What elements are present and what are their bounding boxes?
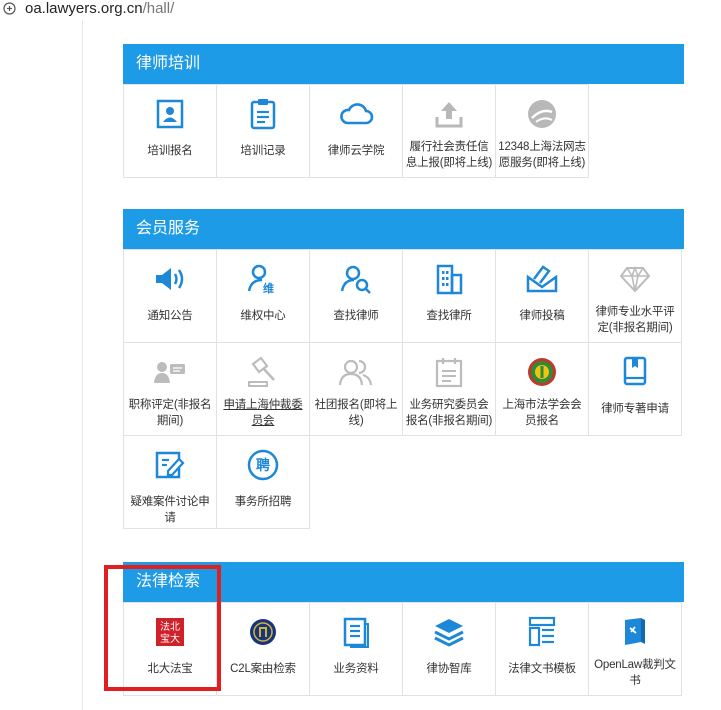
layers-icon <box>434 619 464 647</box>
tile-monograph-apply[interactable]: 律师专著申请 <box>588 342 682 436</box>
tile-label: 业务资料 <box>333 663 379 675</box>
tile-label: 律师云学院 <box>327 145 385 157</box>
tile-arbitration-apply[interactable]: 申请上海仲裁委员会 <box>216 342 310 436</box>
section-legal-search: 法律检索 法北 宝大 北大法宝 C2L案由检索 业务资料 律协智库 法律文书模板 … <box>123 562 684 696</box>
tile-label: 查找律师 <box>333 310 379 322</box>
tile-label: 履行社会责任信息上报(即将上线) <box>405 141 493 169</box>
person-card-icon <box>154 362 185 383</box>
clipboard-icon <box>250 99 276 130</box>
section-title-training: 律师培训 <box>123 44 684 84</box>
tile-pkulaw[interactable]: 法北 宝大 北大法宝 <box>123 602 217 696</box>
template-icon <box>528 616 556 647</box>
tile-openlaw[interactable]: OpenLaw裁判文书 <box>588 602 682 696</box>
rights-person-icon: 维 <box>247 264 274 295</box>
tile-label: 北大法宝 <box>147 663 193 675</box>
url-path: /hall/ <box>142 0 175 17</box>
tile-rights-center[interactable]: 维 维权中心 <box>216 249 310 343</box>
tile-find-firm[interactable]: 查找律所 <box>402 249 496 343</box>
tile-research-committee[interactable]: 业务研究委员会报名(非报名期间) <box>402 342 496 436</box>
svg-text:法北: 法北 <box>160 620 180 633</box>
tile-label: 上海市法学会会员报名 <box>502 399 582 427</box>
tile-12348-volunteer[interactable]: 12348上海法网志愿服务(即将上线) <box>495 84 589 178</box>
tile-label[interactable]: 申请上海仲裁委员会 <box>217 397 309 429</box>
tile-professional-evaluation[interactable]: 律师专业水平评定(非报名期间) <box>588 249 682 343</box>
section-training: 律师培训 培训报名 培训记录 律师云学院 履行社会责任信息上报(即将上线) 12… <box>123 44 684 178</box>
openlaw-book-icon <box>625 618 645 645</box>
gavel-icon <box>248 356 275 387</box>
tile-label: C2L案由检索 <box>230 663 296 675</box>
document-list-icon <box>343 617 369 648</box>
tile-training-records[interactable]: 培训记录 <box>216 84 310 178</box>
tile-label: 职称评定(非报名期间) <box>128 399 212 427</box>
tile-doc-templates[interactable]: 法律文书模板 <box>495 602 589 696</box>
tile-notices[interactable]: 通知公告 <box>123 249 217 343</box>
law-society-emblem-icon <box>528 358 556 386</box>
globe-icon <box>528 100 556 128</box>
tile-label: 律师专业水平评定(非报名期间) <box>595 306 675 334</box>
tile-social-responsibility[interactable]: 履行社会责任信息上报(即将上线) <box>402 84 496 178</box>
tile-label: 事务所招聘 <box>234 496 292 508</box>
tile-label: 律协智库 <box>426 663 472 675</box>
section-member: 会员服务 通知公告 维 维权中心 查找律师 查找律所 律师投稿 律师专业水平评定… <box>123 209 684 529</box>
id-card-icon <box>156 99 184 129</box>
site-info-icon[interactable] <box>3 2 16 15</box>
tile-label: 12348上海法网志愿服务(即将上线) <box>498 141 586 169</box>
tile-business-materials[interactable]: 业务资料 <box>309 602 403 696</box>
tile-cloud-academy[interactable]: 律师云学院 <box>309 84 403 178</box>
svg-text:聘: 聘 <box>256 457 270 474</box>
address-bar[interactable]: oa.lawyers.org.cn/hall/ <box>0 0 721 20</box>
tile-label: 维权中心 <box>240 310 286 322</box>
recruit-icon: 聘 <box>247 449 279 481</box>
tile-label: 法律文书模板 <box>508 663 576 675</box>
tile-label: OpenLaw裁判文书 <box>594 659 676 687</box>
tile-label: 培训记录 <box>240 145 286 157</box>
envelope-pen-icon <box>526 265 558 293</box>
tile-training-signup[interactable]: 培训报名 <box>123 84 217 178</box>
tile-label: 业务研究委员会报名(非报名期间) <box>405 399 493 427</box>
tile-label: 社团报名(即将上线) <box>314 399 398 427</box>
pkulaw-logo-icon: 法北宝大 <box>156 618 184 646</box>
tile-society-signup[interactable]: 社团报名(即将上线) <box>309 342 403 436</box>
tile-label: 培训报名 <box>147 145 193 157</box>
tile-title-evaluation[interactable]: 职称评定(非报名期间) <box>123 342 217 436</box>
tile-label: 查找律所 <box>426 310 472 322</box>
c2l-logo-icon <box>250 619 276 645</box>
tile-find-lawyer[interactable]: 查找律师 <box>309 249 403 343</box>
svg-text:维: 维 <box>263 281 274 295</box>
book-icon <box>623 356 647 386</box>
group-icon <box>339 359 373 386</box>
tile-submit-article[interactable]: 律师投稿 <box>495 249 589 343</box>
tile-label: 通知公告 <box>147 310 193 322</box>
tile-label: 律师专著申请 <box>601 403 669 415</box>
tile-label: 疑难案件讨论申请 <box>130 496 210 524</box>
tile-difficult-case[interactable]: 疑难案件讨论申请 <box>123 435 217 529</box>
tile-c2l-search[interactable]: C2L案由检索 <box>216 602 310 696</box>
tile-law-society-member[interactable]: 上海市法学会会员报名 <box>495 342 589 436</box>
building-icon <box>436 264 463 295</box>
url-host: oa.lawyers.org.cn <box>25 0 143 17</box>
megaphone-icon <box>156 268 184 290</box>
tile-firm-recruit[interactable]: 聘 事务所招聘 <box>216 435 310 529</box>
cloud-icon <box>340 103 374 125</box>
url-text[interactable]: oa.lawyers.org.cn/hall/ <box>25 0 174 18</box>
tile-label: 律师投稿 <box>519 310 565 322</box>
diamond-icon <box>619 265 651 293</box>
edit-doc-icon <box>155 451 185 479</box>
tile-think-tank[interactable]: 律协智库 <box>402 602 496 696</box>
svg-text:宝大: 宝大 <box>160 632 180 645</box>
section-title-legal: 法律检索 <box>123 562 684 602</box>
calendar-note-icon <box>435 358 463 388</box>
upload-icon <box>435 102 463 128</box>
section-title-member: 会员服务 <box>123 209 684 249</box>
person-search-icon <box>340 265 371 294</box>
